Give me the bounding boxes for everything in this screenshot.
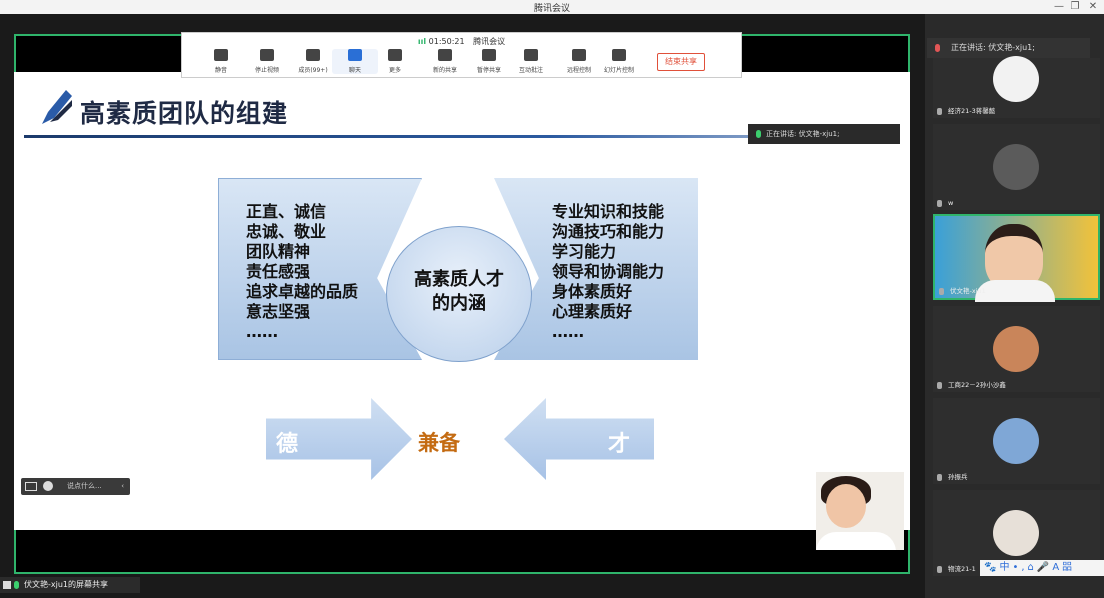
share-status-text: 伏文艳-xju1的屏幕共享 [24,580,109,589]
pause-icon [482,49,496,61]
window-titlebar: 腾讯会议 — ❐ ✕ [0,0,1104,14]
list-item: 责任感强 [246,262,311,281]
list-item: 正直、诚信 [246,202,327,221]
close-button[interactable]: ✕ [1082,0,1104,14]
center-circle-text: 高素质人才 的内涵 [386,268,532,316]
chat-input[interactable]: 说点什么... [67,478,102,495]
list-item: …… [552,322,584,341]
slideshow-icon [612,49,626,61]
avatar [993,56,1039,102]
ime-toolbar[interactable]: 🐾中•,⌂🎤A㗊 [980,560,1104,576]
annotate-button[interactable]: 互动批注 [508,49,554,74]
signal-icon: ııl [417,37,427,46]
combined-label: 兼备 [418,431,460,455]
meeting-toolbar: ııl 01:50:21 腾讯会议 静音 停止视频 成员(99+) 聊天 更多 … [181,32,742,78]
mic-icon [756,130,761,138]
collapse-icon[interactable]: ‹ [121,478,124,495]
screen-icon[interactable] [25,482,37,491]
speaking-indicator-top: 正在讲话: 伏文艳-xju1; [927,38,1090,58]
participant-tile[interactable]: 工商22－2孙小沙鑫 [933,306,1100,392]
microphone-icon [214,49,228,61]
pause-share-button[interactable]: 暂停共享 [466,49,512,74]
list-item: …… [246,322,278,341]
list-item: 学习能力 [552,242,617,261]
ability-list: 专业知识和技能 沟通技巧和能力 学习能力 领导和协调能力 身体素质好 心理素质好… [552,202,664,342]
chat-minibar: 说点什么... ‹ [21,478,130,495]
avatar [993,510,1039,556]
remote-control-icon [572,49,586,61]
camera-icon [260,49,274,61]
presenter-video [816,472,904,550]
slide-control-button[interactable]: 幻灯片控制 [596,49,642,74]
annotate-icon [524,49,538,61]
avatar [993,144,1039,190]
mic-icon [937,199,942,207]
participant-tile[interactable]: 经济21-3蒋馨懿 [933,56,1100,118]
talent-label: 才 [608,432,631,457]
circle-line: 高素质人才 [414,269,504,290]
stop-video-button[interactable]: 停止视频 [244,49,290,74]
speaking-text: 正在讲话: 伏文艳-xju1; [766,130,840,138]
chat-icon [348,49,362,61]
list-item: 追求卓越的品质 [246,282,359,301]
window-title: 腾讯会议 [533,4,570,14]
end-share-button[interactable]: 结束共享 [657,53,705,71]
list-item: 身体素质好 [552,282,633,301]
list-item: 领导和协调能力 [552,262,665,281]
pencil-icon [42,90,72,124]
list-item: 忠诚、敬业 [246,222,327,241]
members-button[interactable]: 成员(99+) [290,49,336,74]
participant-video-tile[interactable]: 伏文艳-xju1 [933,214,1100,302]
meeting-timer: ııl 01:50:21 腾讯会议 [417,37,506,46]
new-share-button[interactable]: 新的共享 [422,49,468,74]
mic-icon [14,581,19,589]
moral-qualities-list: 正直、诚信 忠诚、敬业 团队精神 责任感强 追求卓越的品质 意志坚强 …… [246,202,358,342]
mic-icon [937,565,942,573]
mic-icon [935,44,940,52]
list-item: 团队精神 [246,242,311,261]
list-item: 沟通技巧和能力 [552,222,665,241]
circle-line: 的内涵 [432,293,486,314]
avatar [993,418,1039,464]
more-icon [388,49,402,61]
list-item: 心理素质好 [552,302,633,321]
slide-title: 高素质团队的组建 [80,99,289,128]
mic-icon [937,473,942,481]
list-item: 意志坚强 [246,302,311,321]
mic-icon [937,107,942,115]
list-item: 专业知识和技能 [552,202,665,221]
mute-button[interactable]: 静音 [198,49,244,74]
participant-tile[interactable]: 孙振兵 [933,398,1100,484]
share-status-bar: 伏文艳-xju1的屏幕共享 [0,577,140,593]
emoji-icon[interactable] [43,481,53,491]
person-icon [306,49,320,61]
screen-share-icon [3,581,11,589]
share-screen-icon [438,49,452,61]
virtue-label: 德 [276,432,299,457]
avatar [993,326,1039,372]
participant-tile[interactable]: w [933,124,1100,210]
mic-icon [939,287,944,295]
mic-icon [937,381,942,389]
speaking-indicator: 正在讲话: 伏文艳-xju1; [748,124,900,144]
more-button[interactable]: 更多 [372,49,418,74]
